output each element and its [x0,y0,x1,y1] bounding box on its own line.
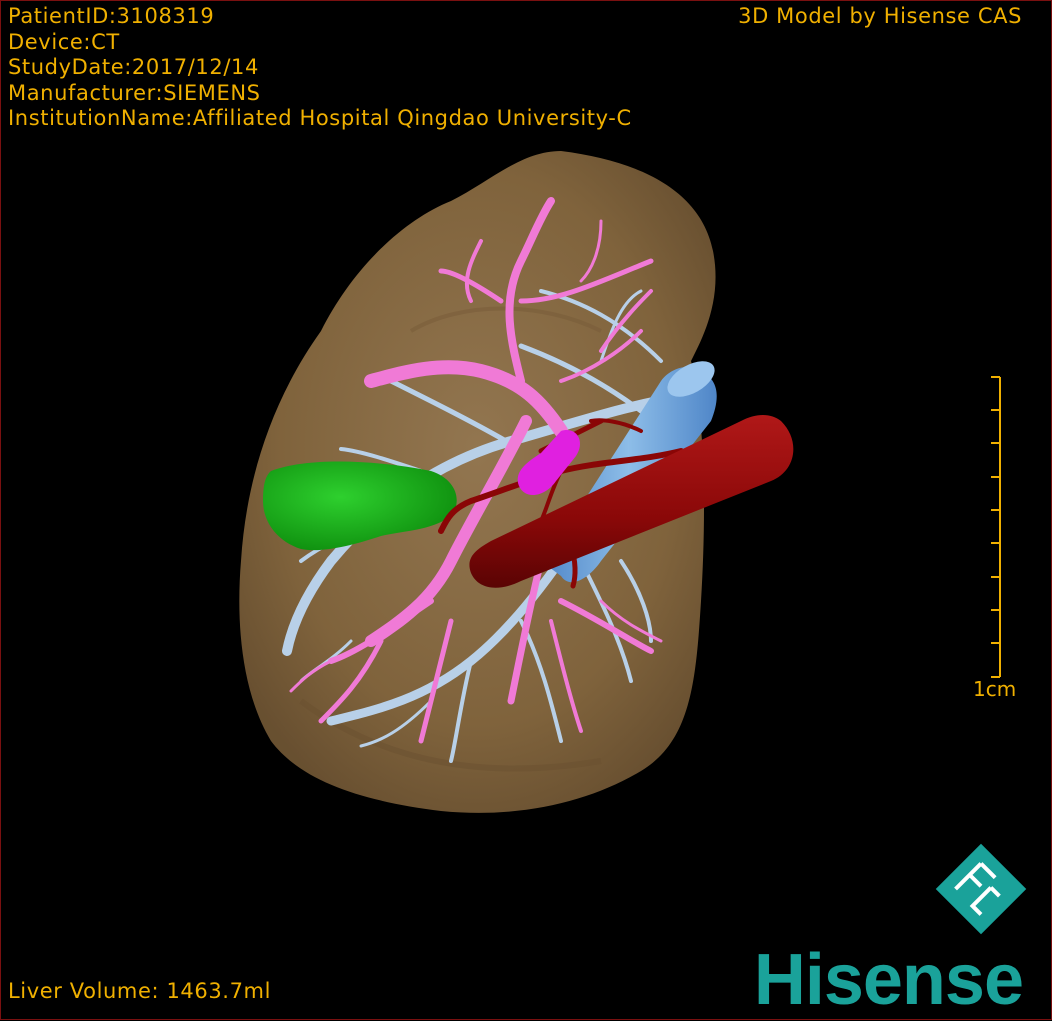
scale-bar [991,376,1001,678]
manufacturer-label: Manufacturer:SIEMENS [8,80,261,105]
scale-bar-label: 1cm [973,677,1017,701]
model-credit-label: 3D Model by Hisense CAS [738,4,1022,28]
hisense-fc-logo-icon [935,843,1027,935]
device-label: Device:CT [8,29,120,54]
liver-volume-label: Liver Volume: 1463.7ml [8,979,272,1003]
study-date-label: StudyDate:2017/12/14 [8,55,259,79]
hisense-logo-text: Hisense [753,940,1024,1020]
institution-name-label: InstitutionName:Affiliated Hospital Qing… [8,106,632,130]
dicom-info-overlay: PatientID:3108319 Device:CT StudyDate:20… [8,4,632,132]
patient-id-label: PatientID:3108319 [8,4,215,28]
3d-viewport[interactable]: PatientID:3108319 Device:CT StudyDate:20… [0,0,1052,1020]
liver-3d-model[interactable] [1,1,1052,1021]
